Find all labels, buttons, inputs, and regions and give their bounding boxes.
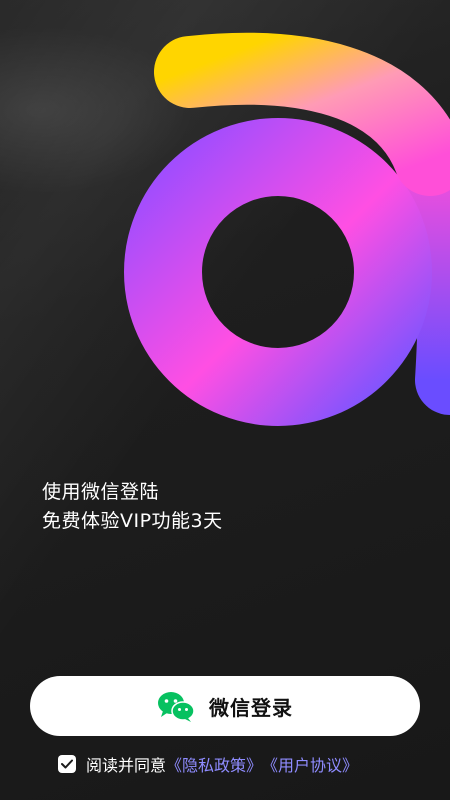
tagline-line-2: 免费体验VIP功能3天 xyxy=(42,510,223,532)
tagline-line-1: 使用微信登陆 xyxy=(42,481,160,503)
user-agreement-link[interactable]: 《用户协议》 xyxy=(262,752,358,776)
agreement-row: 阅读并同意 《隐私政策》 《用户协议》 xyxy=(58,752,358,776)
privacy-policy-link[interactable]: 《隐私政策》 xyxy=(166,752,262,776)
checkmark-icon xyxy=(61,759,73,769)
wechat-icon xyxy=(158,692,195,722)
wechat-login-label: 微信登录 xyxy=(209,695,293,720)
agreement-checkbox[interactable] xyxy=(58,755,76,773)
agreement-text: 阅读并同意 xyxy=(86,756,167,775)
wechat-login-button[interactable]: 微信登录 xyxy=(30,676,420,736)
logo-a-swirl-icon xyxy=(124,32,450,426)
tagline: 使用微信登陆 免费体验VIP功能3天 xyxy=(42,478,223,536)
